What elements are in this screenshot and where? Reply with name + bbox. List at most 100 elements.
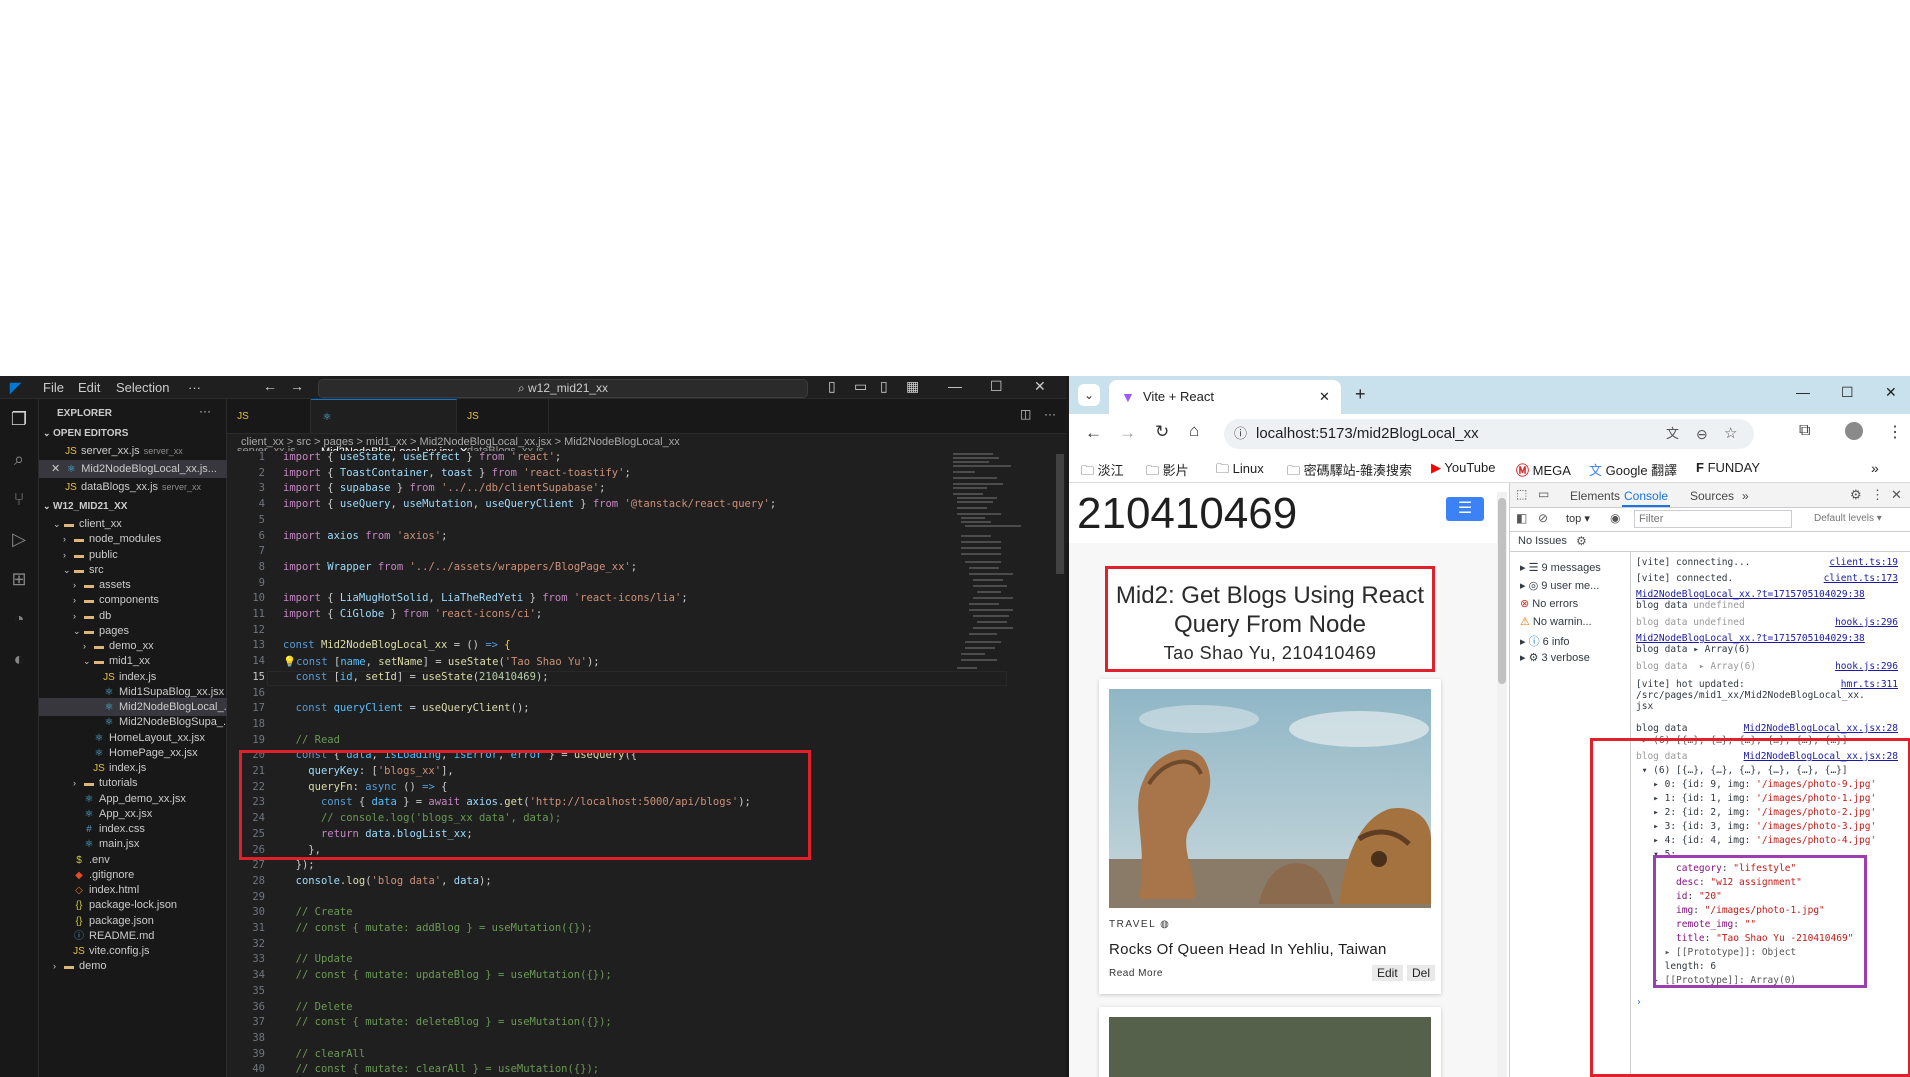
- open-editor-item[interactable]: ✕ ⚛ Mid2NodeBlogLocal_xx.js...: [39, 460, 238, 478]
- console-filter-input[interactable]: [1634, 510, 1792, 528]
- delete-button[interactable]: Del: [1407, 965, 1436, 981]
- page-scroll-thumb[interactable]: [1498, 498, 1506, 684]
- timeline-icon[interactable]: ◔: [9, 609, 29, 629]
- tree-label: index.css: [99, 823, 145, 835]
- issues-count[interactable]: No Issues: [1518, 535, 1567, 547]
- toggle-sidebar-icon[interactable]: ▯: [828, 378, 836, 395]
- profile-avatar[interactable]: [1845, 422, 1863, 440]
- back-arrow-icon[interactable]: ←: [263, 378, 277, 394]
- site-info-icon[interactable]: ⓘ: [1234, 419, 1247, 449]
- bookmark-item[interactable]: ▶ YouTube: [1431, 460, 1495, 476]
- minimize-icon[interactable]: —: [1796, 384, 1810, 400]
- translate-icon[interactable]: ⽂: [1666, 419, 1679, 449]
- extensions-icon[interactable]: ⧉: [1799, 422, 1810, 440]
- sidebar-user-messages[interactable]: ▸ ◎ 9 user me...: [1520, 579, 1599, 592]
- bookmark-item[interactable]: Ⓜ MEGA: [1516, 460, 1571, 479]
- sidebar-errors[interactable]: ⊗ No errors: [1520, 597, 1578, 610]
- settings-gear-icon[interactable]: ⚙: [1850, 487, 1862, 503]
- editor-tab[interactable]: JSserver_xx.js: [227, 399, 311, 457]
- maximize-icon[interactable]: ☐: [990, 378, 1003, 395]
- context-select[interactable]: top ▾: [1566, 512, 1590, 525]
- breadcrumb[interactable]: client_xx > src > pages > mid1_xx > Mid2…: [227, 433, 1066, 451]
- source-control-icon[interactable]: ⑂: [9, 489, 29, 509]
- explorer-icon[interactable]: ❐: [9, 409, 29, 429]
- devtools-menu-icon[interactable]: ⋮: [1871, 487, 1884, 503]
- forward-icon[interactable]: →: [1119, 423, 1136, 443]
- address-bar[interactable]: ⓘ localhost:5173/mid2BlogLocal_xx ⽂ ⊖ ☆: [1224, 419, 1754, 449]
- zoom-icon[interactable]: ⊖: [1696, 419, 1708, 449]
- menu-file[interactable]: File: [43, 380, 64, 395]
- line-number: 5: [258, 513, 265, 526]
- page-scrollbar[interactable]: [1497, 492, 1507, 1077]
- editor-more-icon[interactable]: ···: [1044, 407, 1056, 421]
- sidebar-warnings[interactable]: ⚠ No warnin...: [1520, 615, 1592, 628]
- console-settings-icon[interactable]: ⚙: [1576, 534, 1587, 548]
- customize-layout-icon[interactable]: ▦: [906, 378, 919, 395]
- more-tabs-icon[interactable]: »: [1742, 489, 1749, 503]
- minimize-icon[interactable]: —: [948, 378, 962, 394]
- read-more-link[interactable]: Read More: [1109, 968, 1163, 979]
- search-view-icon[interactable]: ⌕: [9, 449, 29, 469]
- sidebar-verbose[interactable]: ▸ ⚙ 3 verbose: [1520, 651, 1590, 664]
- reload-icon[interactable]: ↻: [1155, 422, 1169, 442]
- menu-edit[interactable]: Edit: [78, 380, 100, 395]
- tree-label: App_demo_xx.jsx: [99, 792, 186, 805]
- open-editor-item[interactable]: JS server_xx.js server_xx: [39, 442, 252, 460]
- toggle-secondary-sidebar-icon[interactable]: ▯: [880, 378, 888, 395]
- bookmark-item[interactable]: 🗀 Linux: [1216, 460, 1264, 482]
- menu-selection[interactable]: Selection: [116, 380, 169, 395]
- bookmark-item[interactable]: ⽂ Google 翻譯: [1589, 460, 1677, 479]
- bookmark-item[interactable]: 🗀 淡江: [1081, 460, 1124, 484]
- sidebar-messages[interactable]: ▸ ☰ 9 messages: [1520, 561, 1601, 574]
- sidebar-toggle-icon[interactable]: ◧: [1516, 511, 1527, 525]
- browser-tab[interactable]: ▼ Vite + React ✕: [1109, 380, 1341, 414]
- error-icon: ⊗: [1520, 598, 1533, 610]
- tab-close-icon[interactable]: ✕: [1319, 380, 1330, 414]
- tab-search-icon[interactable]: ⌄: [1078, 384, 1100, 406]
- bookmark-item[interactable]: 🗀 影片: [1146, 460, 1189, 484]
- explorer-more-icon[interactable]: ···: [199, 404, 211, 418]
- workspace-header[interactable]: ⌄ W12_MID21_XX: [39, 497, 230, 515]
- extensions-icon[interactable]: ⊞: [9, 569, 29, 589]
- more-bookmarks-icon[interactable]: »: [1871, 460, 1879, 476]
- close-icon[interactable]: ✕: [51, 463, 60, 475]
- remote-explorer-icon[interactable]: ◐: [9, 649, 29, 669]
- live-expression-eye-icon[interactable]: ◉: [1610, 511, 1620, 525]
- split-editor-icon[interactable]: ◫: [1020, 407, 1031, 421]
- bookmark-label: 淡江: [1097, 463, 1124, 478]
- forward-arrow-icon[interactable]: →: [290, 378, 304, 394]
- device-toolbar-icon[interactable]: ▭: [1538, 487, 1549, 501]
- hamburger-menu-button[interactable]: ☰: [1446, 497, 1484, 521]
- back-icon[interactable]: ←: [1085, 423, 1102, 443]
- tree-folder[interactable]: › ▬ demo: [39, 957, 240, 975]
- bookmark-star-icon[interactable]: ☆: [1724, 419, 1737, 449]
- new-tab-icon[interactable]: +: [1355, 384, 1366, 405]
- editor-scrollbar[interactable]: [1056, 454, 1064, 574]
- clear-console-icon[interactable]: ⊘: [1538, 511, 1548, 525]
- tab-elements[interactable]: Elements: [1570, 489, 1620, 503]
- chrome-tab-bar: ⌄ ▼ Vite + React ✕ + — ☐ ✕: [1069, 376, 1910, 414]
- bookmark-item[interactable]: 🗀 密碼驛站-雜湊搜索: [1287, 460, 1412, 484]
- bookmark-item[interactable]: F FUNDAY: [1696, 460, 1760, 475]
- sidebar-info[interactable]: ▸ ⓘ 6 info: [1520, 633, 1570, 649]
- toggle-panel-icon[interactable]: ▭: [854, 378, 867, 395]
- close-icon[interactable]: ✕: [1034, 378, 1046, 395]
- tab-sources[interactable]: Sources: [1690, 489, 1734, 503]
- open-editors-header[interactable]: ⌄ OPEN EDITORS: [39, 424, 230, 442]
- home-icon[interactable]: ⌂: [1189, 421, 1199, 441]
- tab-console[interactable]: Console: [1624, 489, 1668, 503]
- edit-button[interactable]: Edit: [1372, 965, 1403, 981]
- chrome-menu-icon[interactable]: ⋮: [1887, 422, 1903, 442]
- inspect-icon[interactable]: ⬚: [1516, 487, 1527, 501]
- editor-tab[interactable]: ⚛Mid2NodeBlogLocal_xx.jsx✕: [311, 399, 468, 458]
- close-window-icon[interactable]: ✕: [1885, 384, 1897, 401]
- maximize-icon[interactable]: ☐: [1841, 384, 1854, 401]
- open-editor-item[interactable]: JS dataBlogs_xx.js server_xx: [39, 478, 252, 496]
- editor-tab[interactable]: JSdataBlogs_xx.js: [457, 399, 549, 457]
- close-devtools-icon[interactable]: ✕: [1891, 487, 1902, 503]
- command-center-search[interactable]: ⌕ w12_mid21_xx: [318, 379, 808, 398]
- minimap[interactable]: [953, 451, 1023, 731]
- log-levels-select[interactable]: Default levels ▾: [1814, 513, 1882, 524]
- menu-more[interactable]: ···: [188, 380, 201, 395]
- run-debug-icon[interactable]: ▷: [9, 529, 29, 549]
